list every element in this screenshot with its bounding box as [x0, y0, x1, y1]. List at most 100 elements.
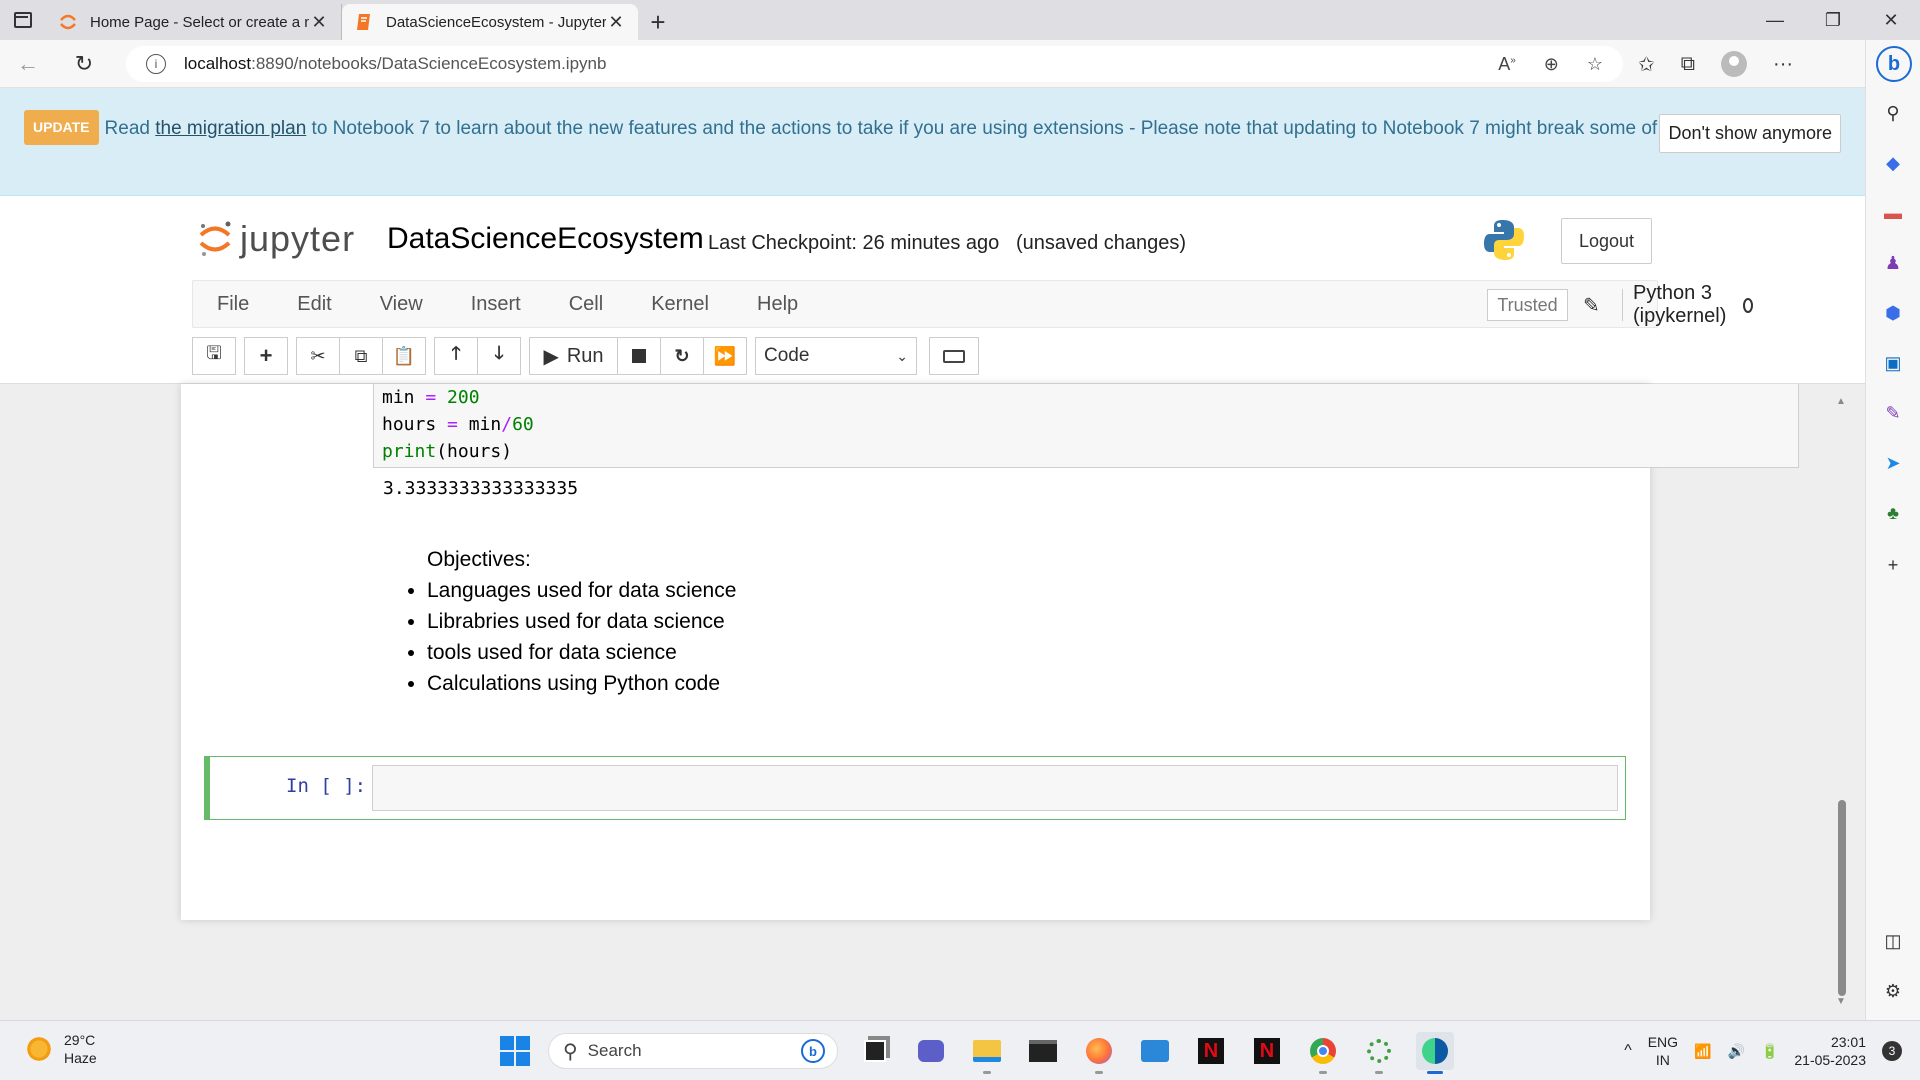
move-up-button[interactable]: 🡑 — [434, 337, 478, 375]
chrome-icon[interactable] — [1304, 1032, 1342, 1074]
close-tab-icon[interactable]: ✕ — [309, 12, 329, 33]
zoom-icon[interactable]: ⊕ — [1544, 54, 1559, 75]
close-tab-icon[interactable]: ✕ — [606, 12, 626, 33]
edit-mode-pencil-icon: ✎ — [1583, 295, 1600, 317]
menu-insert[interactable]: Insert — [447, 293, 545, 316]
more-menu-icon[interactable]: ··· — [1773, 53, 1793, 76]
scroll-down-arrow[interactable]: ▼ — [1836, 996, 1846, 1007]
task-view-icon[interactable] — [856, 1032, 894, 1070]
tag-icon[interactable]: ◆ — [1882, 152, 1904, 174]
favorites-icon[interactable]: ✩ — [1638, 52, 1655, 77]
insert-cell-button[interactable]: + — [244, 337, 288, 375]
toolbox-icon[interactable]: ▬ — [1882, 202, 1904, 224]
office-icon[interactable]: ⬢ — [1882, 302, 1904, 324]
back-button[interactable]: ← — [0, 40, 56, 88]
restart-button[interactable]: ↻ — [660, 337, 704, 375]
cut-button[interactable]: ✂ — [296, 337, 340, 375]
notebook-name[interactable]: DataScienceEcosystem — [387, 222, 704, 256]
outlook-icon[interactable]: ▣ — [1882, 352, 1904, 374]
settings-gear-icon[interactable]: ⚙ — [1882, 980, 1904, 1002]
cell-type-select[interactable]: Code ⌄ — [755, 337, 917, 375]
tab-actions-button[interactable] — [0, 0, 46, 40]
migration-plan-link[interactable]: the migration plan — [155, 118, 306, 139]
code-cell-editor[interactable] — [372, 765, 1618, 811]
tree-icon[interactable]: ♣ — [1882, 502, 1904, 524]
windows-start-icon[interactable] — [500, 1036, 530, 1066]
jupyter-logo[interactable]: jupyter — [198, 218, 355, 260]
run-button[interactable]: ▶ Run — [529, 337, 618, 375]
tab-home-page[interactable]: Home Page - Select or create a n ✕ — [46, 4, 342, 40]
restart-run-all-button[interactable]: ⏩ — [703, 337, 747, 375]
menu-cell[interactable]: Cell — [545, 293, 627, 316]
notification-badge[interactable]: 3 — [1882, 1041, 1902, 1061]
edge-icon[interactable] — [1416, 1032, 1454, 1074]
loading-ring-icon[interactable] — [1360, 1032, 1398, 1074]
send-icon[interactable]: ➤ — [1882, 452, 1904, 474]
tab-notebook[interactable]: DataScienceEcosystem - Jupyter ✕ — [342, 4, 638, 40]
banner-text-after: to Notebook 7 to learn about the new fea… — [306, 118, 1801, 139]
minimize-button[interactable]: — — [1746, 0, 1804, 40]
move-down-button[interactable]: 🡓 — [477, 337, 521, 375]
scrollbar-thumb[interactable] — [1838, 800, 1846, 996]
collections-icon[interactable]: ⧉ — [1681, 53, 1695, 76]
wifi-icon[interactable]: 📶 — [1694, 1043, 1711, 1060]
new-tab-button[interactable]: + — [638, 4, 678, 40]
copy-button[interactable]: ⧉ — [339, 337, 383, 375]
add-icon[interactable]: + — [1882, 554, 1904, 576]
page-scrollbar[interactable]: ▲ ▼ — [1836, 396, 1848, 1010]
trusted-indicator[interactable]: Trusted — [1487, 289, 1568, 321]
taskbar-search[interactable]: ⚲ Search b — [548, 1033, 838, 1069]
kernel-indicator[interactable]: Python 3 (ipykernel) — [1622, 282, 1754, 327]
menu-view[interactable]: View — [356, 293, 447, 316]
menu-container: File Edit View Insert Cell Kernel Help T… — [192, 280, 1754, 328]
stop-icon — [632, 349, 646, 363]
profile-avatar[interactable] — [1721, 51, 1748, 77]
add-favorite-icon[interactable]: ☆ — [1587, 54, 1603, 75]
menu-help[interactable]: Help — [733, 293, 822, 316]
markdown-cell[interactable]: Objectives: Languages used for data scie… — [407, 544, 736, 699]
scroll-up-arrow[interactable]: ▲ — [1836, 396, 1846, 407]
paste-button[interactable]: 📋 — [382, 337, 426, 375]
input-prompt: In [ ]: — [286, 775, 367, 797]
netflix-icon[interactable]: N — [1192, 1032, 1230, 1070]
menu-edit[interactable]: Edit — [273, 293, 355, 316]
code-token: print — [382, 441, 437, 462]
search-placeholder: Search — [587, 1041, 642, 1060]
menu-file[interactable]: File — [193, 293, 273, 316]
clock[interactable]: 23:01 21-05-2023 — [1794, 1033, 1866, 1069]
keyboard-icon — [943, 349, 965, 363]
close-window-button[interactable]: ✕ — [1862, 0, 1920, 40]
designer-icon[interactable]: ✎ — [1882, 402, 1904, 424]
command-palette-button[interactable] — [929, 337, 979, 375]
address-bar[interactable]: i localhost:8890/notebooks/DataScienceEc… — [126, 46, 1623, 82]
volume-icon[interactable]: 🔊 — [1728, 1043, 1745, 1060]
code-token: 200 — [447, 387, 480, 408]
interrupt-button[interactable] — [617, 337, 661, 375]
refresh-button[interactable]: ↻ — [56, 40, 112, 88]
chevron-up-icon[interactable]: ^ — [1624, 1042, 1632, 1060]
info-icon[interactable]: i — [146, 54, 166, 74]
menu-kernel[interactable]: Kernel — [627, 293, 733, 316]
netflix-icon-2[interactable]: N — [1248, 1032, 1286, 1070]
code-cell-input[interactable]: min = 200 hours = min/60 print(hours) — [373, 384, 1799, 468]
bing-chat-icon[interactable]: b — [1876, 46, 1912, 82]
search-icon[interactable]: ⚲ — [1882, 102, 1904, 124]
split-screen-icon[interactable]: ◫ — [1882, 930, 1904, 952]
plus-icon: + — [259, 343, 273, 368]
dont-show-anymore-button[interactable]: Don't show anymore — [1659, 114, 1841, 153]
read-aloud-icon[interactable]: A» — [1498, 54, 1516, 75]
firefox-icon[interactable] — [1080, 1032, 1118, 1074]
logout-button[interactable]: Logout — [1561, 218, 1652, 264]
battery-icon[interactable]: 🔋 — [1761, 1043, 1778, 1060]
language-indicator[interactable]: ENG IN — [1648, 1033, 1678, 1069]
weather-widget[interactable]: 29°C Haze — [24, 1031, 97, 1067]
empty-code-cell[interactable]: In [ ]: — [204, 756, 1626, 820]
paste-icon: 📋 — [392, 345, 416, 366]
restore-button[interactable]: ❐ — [1804, 0, 1862, 40]
screen-keyboard-icon[interactable] — [1136, 1032, 1174, 1070]
teams-chat-icon[interactable] — [912, 1032, 950, 1070]
games-icon[interactable]: ♟ — [1882, 252, 1904, 274]
save-button[interactable]: 🖫 — [192, 337, 236, 375]
file-explorer-icon[interactable] — [968, 1032, 1006, 1074]
terminal-icon[interactable] — [1024, 1032, 1062, 1070]
